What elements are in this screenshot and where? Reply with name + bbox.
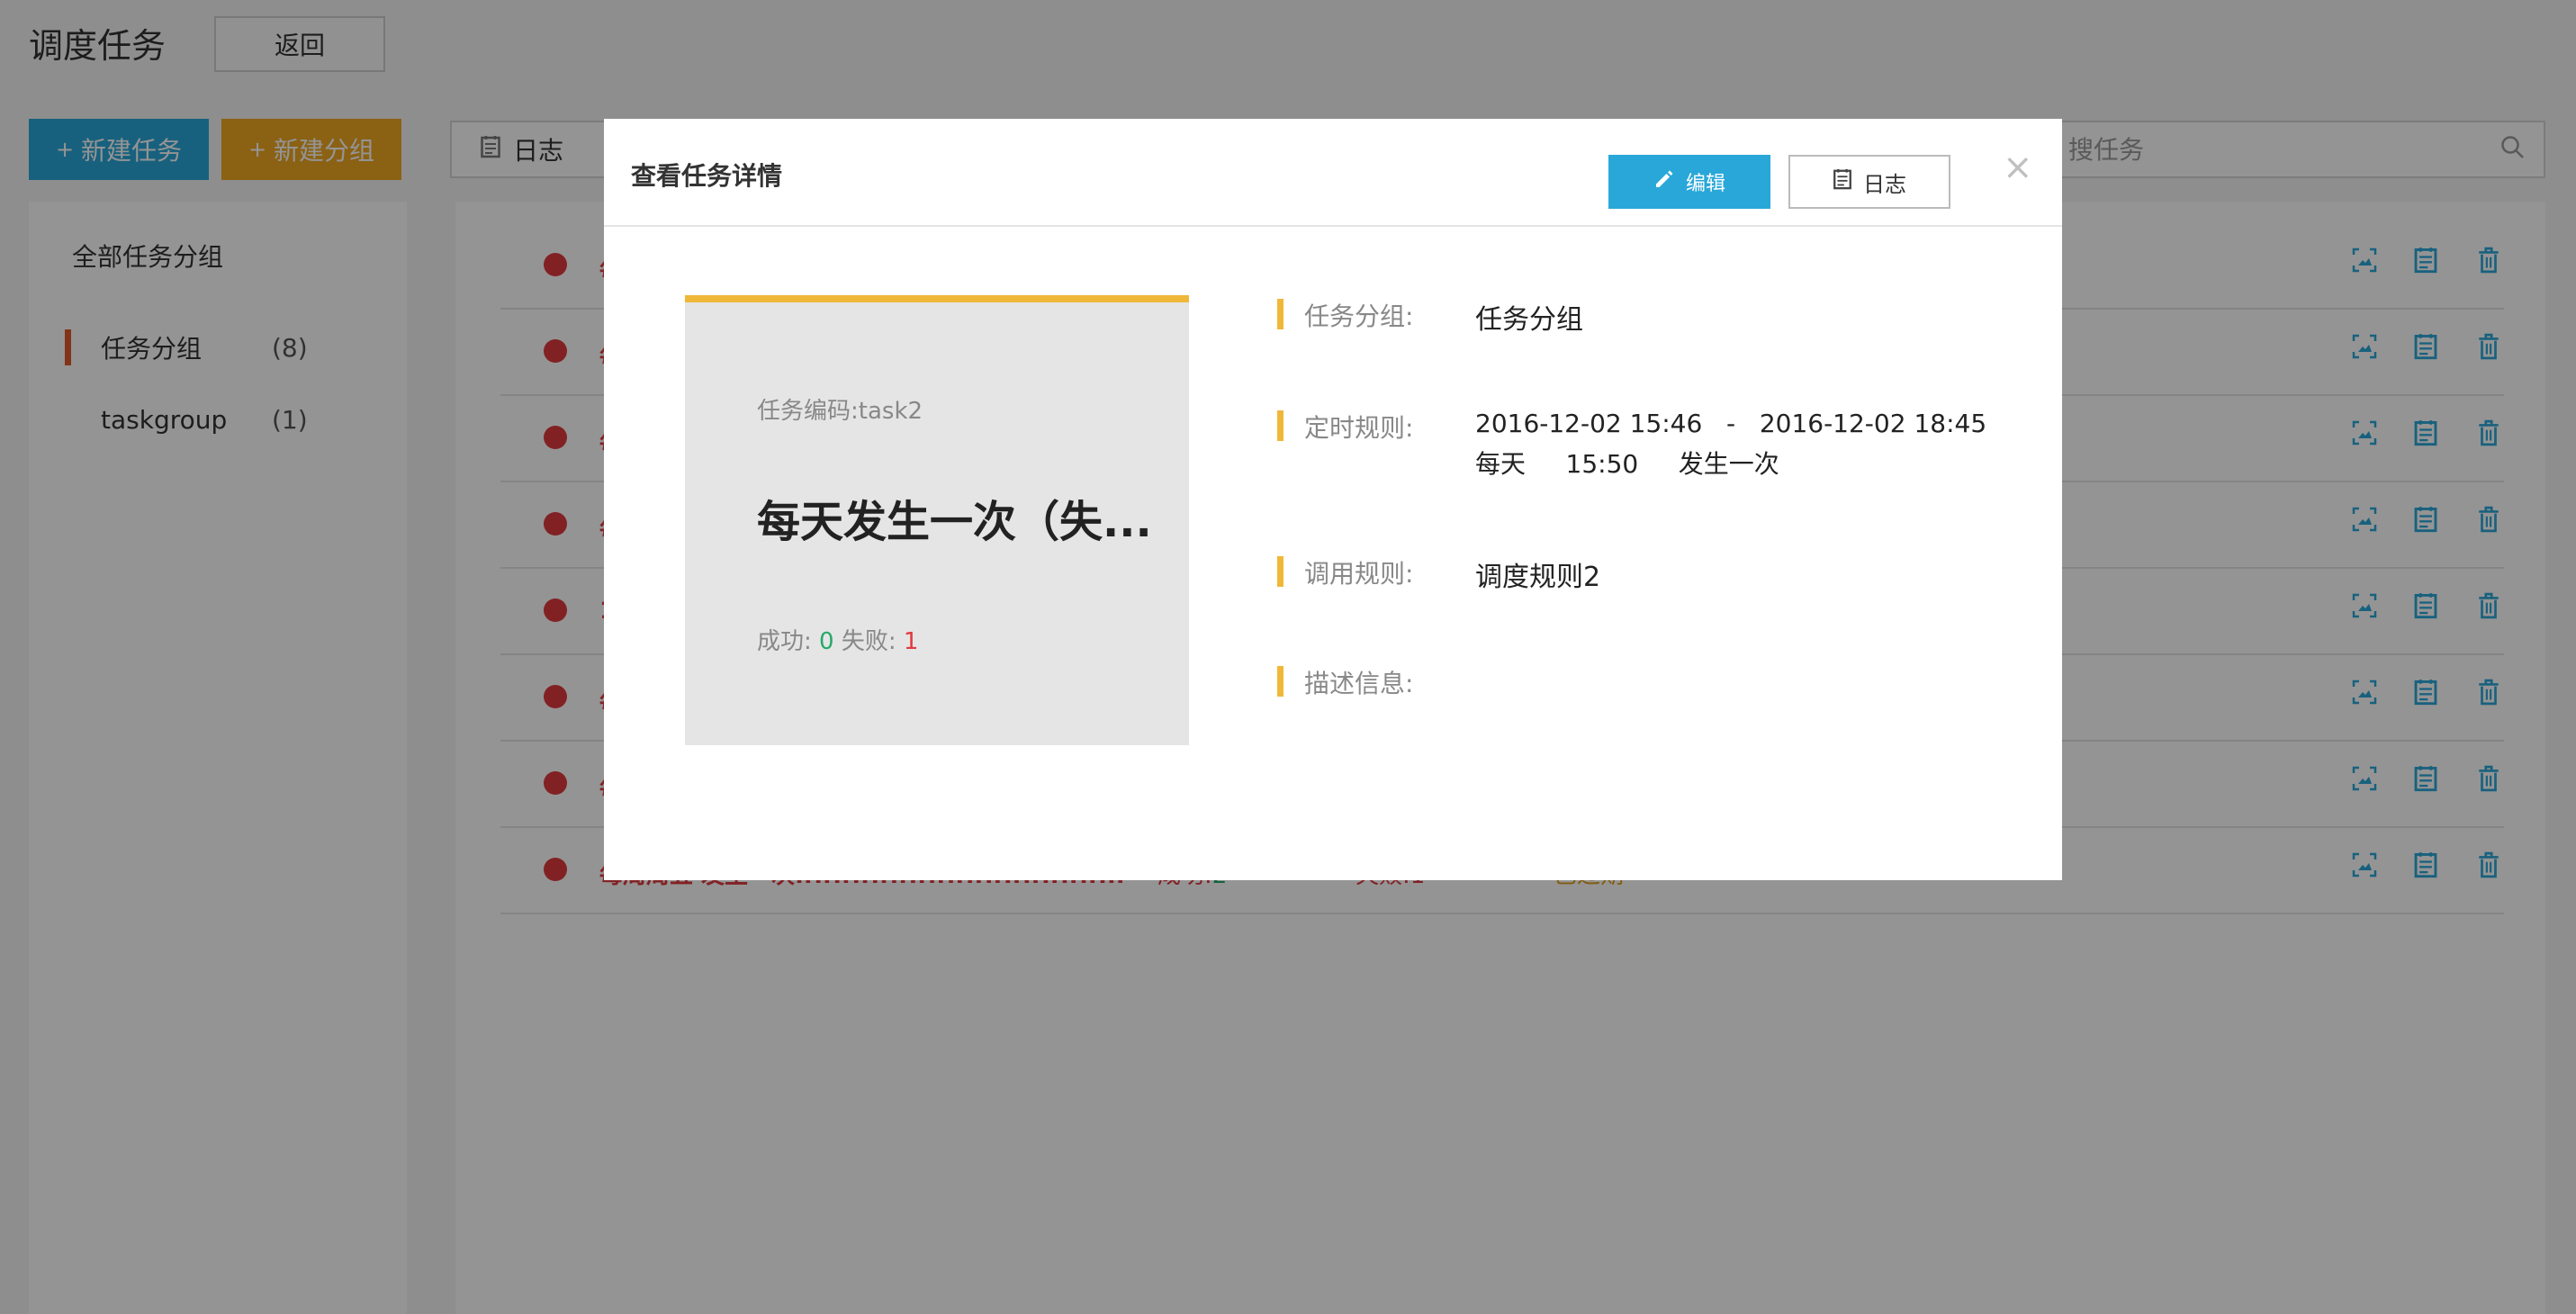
success-count: 0	[819, 628, 834, 655]
schedule-frequency: 每天 15:50 发生一次	[1475, 449, 1779, 479]
edit-button[interactable]: 编辑	[1608, 155, 1770, 209]
detail-marker	[1277, 299, 1283, 329]
detail-value: 任务分组	[1475, 304, 1583, 336]
task-code-value: task2	[858, 398, 923, 425]
task-code-label: 任务编码:	[757, 398, 859, 425]
task-name: 每天发生一次（失...	[757, 497, 1152, 547]
detail-marker	[1277, 666, 1283, 697]
detail-marker	[1277, 410, 1283, 441]
detail-label: 任务分组:	[1304, 302, 1414, 331]
pencil-icon	[1653, 168, 1675, 195]
close-icon[interactable]: ×	[2003, 149, 2033, 185]
detail-marker	[1277, 556, 1283, 587]
detail-label: 定时规则:	[1304, 413, 1414, 443]
detail-label: 调用规则:	[1304, 559, 1414, 589]
edit-label: 编辑	[1685, 173, 1725, 195]
task-detail-modal: 查看任务详情 编辑 日志 × 任务编码:task2 每天发生一次（失... 成功…	[604, 119, 2062, 880]
success-label: 成功:	[757, 628, 812, 655]
detail-value: 调度规则2	[1475, 562, 1601, 593]
schedule-range: 2016-12-02 15:46 - 2016-12-02 18:45	[1475, 409, 1987, 438]
detail-label: 描述信息:	[1304, 669, 1414, 698]
modal-title: 查看任务详情	[631, 161, 783, 191]
fail-count: 1	[903, 628, 919, 655]
log-icon	[1833, 168, 1852, 195]
modal-header: 查看任务详情 编辑 日志 ×	[604, 119, 2062, 227]
task-summary-card: 任务编码:task2 每天发生一次（失... 成功: 0 失败: 1	[685, 295, 1189, 745]
task-stats: 成功: 0 失败: 1	[757, 623, 918, 656]
log-label: 日志	[1863, 171, 1906, 197]
log-button[interactable]: 日志	[1788, 155, 1950, 209]
task-code: 任务编码:task2	[757, 392, 923, 426]
fail-label: 失败:	[841, 628, 896, 655]
